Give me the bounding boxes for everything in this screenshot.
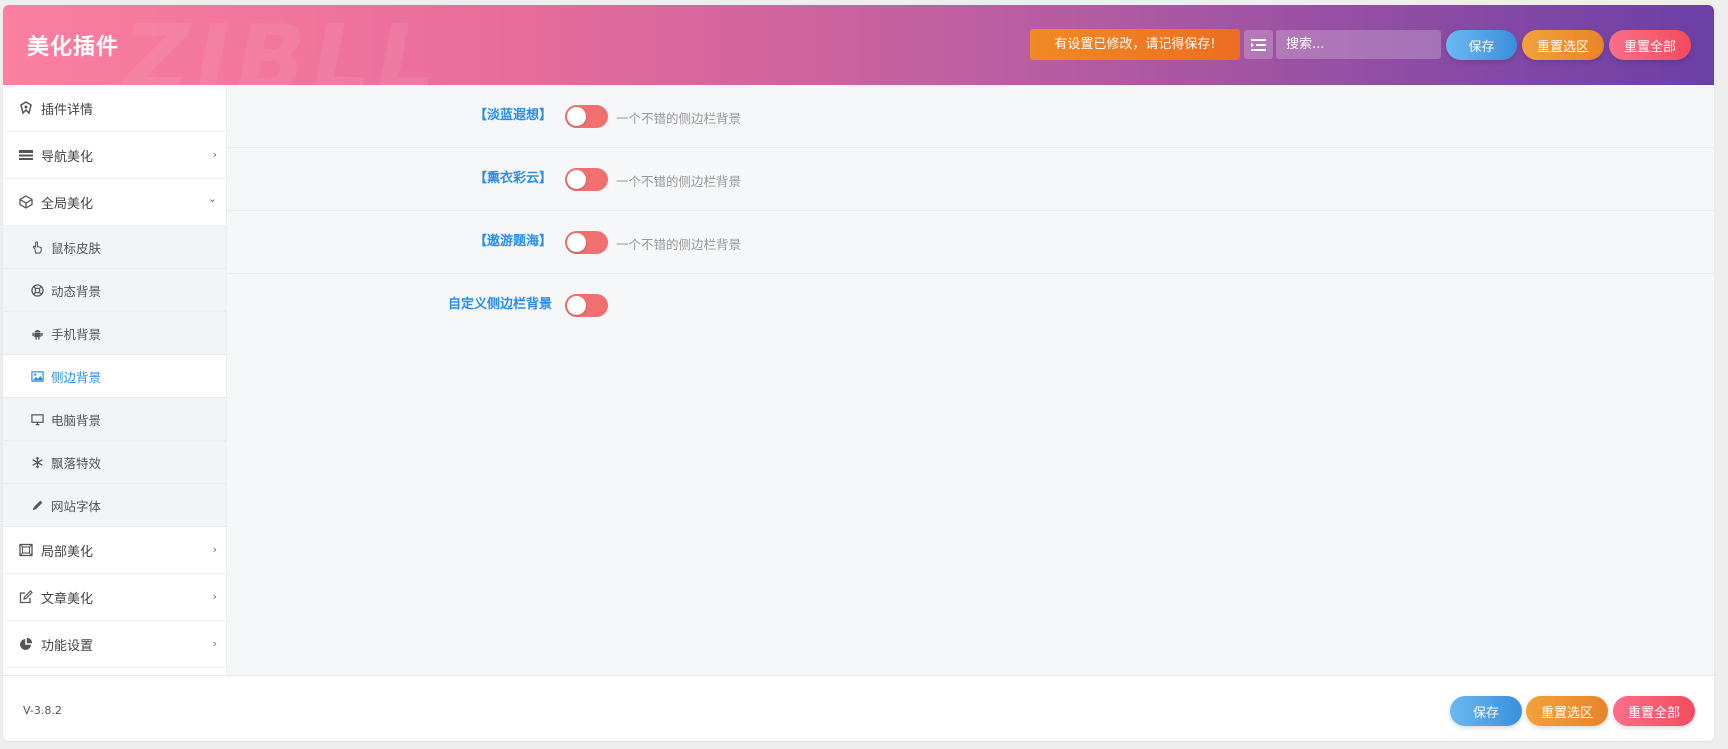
toggle-knob (567, 233, 586, 252)
cube-icon (18, 194, 34, 210)
search-input[interactable] (1276, 30, 1441, 59)
sidebar-subitem-falling-effect[interactable]: 飘落特效 (3, 441, 226, 484)
monitor-icon (29, 411, 45, 427)
sidebar-subitem-site-font[interactable]: 网站字体 (3, 484, 226, 527)
snowflake-icon (29, 454, 45, 470)
sidebar-subitem-label: 电脑背景 (51, 412, 102, 428)
sidebar-subitem-label: 手机背景 (51, 326, 102, 342)
sidebar-item-label: 功能设置 (41, 638, 94, 654)
sidebar-item-label: 导航美化 (41, 149, 94, 165)
unsaved-notice: 有设置已修改，请记得保存! (1030, 29, 1240, 60)
sidebar-item-nav-beautify[interactable]: 导航美化 › (3, 132, 226, 179)
submenu-global-beautify: 鼠标皮肤 动态背景 手机背景 侧边背景 电脑背景 飘落特效 网站字体 (3, 226, 226, 527)
toggle-knob (567, 107, 586, 126)
list-indent-icon (1251, 38, 1266, 51)
sidebar-item-label: 插件详情 (41, 102, 94, 118)
sidebar-subitem-label: 网站字体 (51, 498, 102, 514)
android-icon (29, 325, 45, 341)
sidebar-item-label: 全局美化 (41, 196, 94, 212)
chevron-right-icon: › (212, 148, 217, 161)
setting-row: 自定义侧边栏背景 (228, 274, 1714, 337)
pie-chart-icon (18, 636, 34, 652)
sidebar-subitem-dynamic-bg[interactable]: 动态背景 (3, 269, 226, 312)
menu-bars-icon (18, 147, 34, 163)
setting-description: 一个不错的侧边栏背景 (616, 237, 742, 252)
setting-description: 一个不错的侧边栏背景 (616, 174, 742, 189)
settings-content: 【淡蓝遐想】 一个不错的侧边栏背景 【熏衣彩云】 一个不错的侧边栏背景 【遨游题… (228, 85, 1714, 675)
sidebar-item-function-settings[interactable]: 功能设置 › (3, 621, 226, 668)
pointer-hand-icon (29, 239, 45, 255)
sidebar-nav: 插件详情 导航美化 › 全局美化 ⌄ 鼠标皮肤 动态背景 手机背景 侧边背景 电… (3, 85, 227, 675)
footer-save-button[interactable]: 保存 (1450, 696, 1522, 726)
save-button[interactable]: 保存 (1446, 30, 1517, 60)
setting-row: 【遨游题海】 一个不错的侧边栏背景 (228, 211, 1714, 274)
sidebar-item-label: 局部美化 (41, 544, 94, 560)
image-icon (29, 368, 45, 384)
toggle-switch[interactable] (565, 231, 608, 254)
page-title: 美化插件 (27, 35, 120, 60)
sidebar-subitem-label: 侧边背景 (51, 369, 102, 385)
toggle-switch[interactable] (565, 168, 608, 191)
setting-label: 自定义侧边栏背景 (447, 297, 552, 312)
footer-reset-section-button[interactable]: 重置选区 (1526, 696, 1608, 726)
toggle-knob (567, 296, 586, 315)
chevron-down-icon: ⌄ (207, 192, 217, 205)
footer-reset-all-button[interactable]: 重置全部 (1613, 696, 1695, 726)
pencil-icon (29, 497, 45, 513)
sidebar-subitem-label: 飘落特效 (51, 455, 102, 471)
setting-row: 【熏衣彩云】 一个不错的侧边栏背景 (228, 148, 1714, 211)
chevron-right-icon: › (212, 543, 217, 556)
sidebar-subitem-mobile-bg[interactable]: 手机背景 (3, 312, 226, 355)
setting-label: 【遨游题海】 (473, 234, 552, 249)
header-bar: ZIBLL 美化插件 有设置已修改，请记得保存! 保存 重置选区 重置全部 (3, 5, 1714, 112)
reset-section-button[interactable]: 重置选区 (1522, 30, 1604, 60)
sidebar-item-label: 文章美化 (41, 591, 94, 607)
sidebar-item-partial-beautify[interactable]: 局部美化 › (3, 527, 226, 574)
chevron-right-icon: › (212, 590, 217, 603)
edit-icon (18, 589, 34, 605)
sidebar-item-article-beautify[interactable]: 文章美化 › (3, 574, 226, 621)
setting-description: 一个不错的侧边栏背景 (616, 111, 742, 126)
sidebar-subitem-desktop-bg[interactable]: 电脑背景 (3, 398, 226, 441)
sidebar-item-global-beautify[interactable]: 全局美化 ⌄ (3, 179, 226, 226)
sidebar-subitem-label: 鼠标皮肤 (51, 240, 102, 256)
setting-row: 【淡蓝遐想】 一个不错的侧边栏背景 (228, 85, 1714, 148)
setting-label: 【熏衣彩云】 (473, 171, 552, 186)
footer-bar: V-3.8.2 保存 重置选区 重置全部 (3, 675, 1714, 741)
sidebar-subitem-mouse-skin[interactable]: 鼠标皮肤 (3, 226, 226, 269)
sidebar-subitem-label: 动态背景 (51, 283, 102, 299)
dashboard-icon (18, 100, 34, 116)
reset-all-button[interactable]: 重置全部 (1609, 30, 1691, 60)
chevron-right-icon: › (212, 637, 217, 650)
setting-label: 【淡蓝遐想】 (473, 108, 552, 123)
toggle-switch[interactable] (565, 105, 608, 128)
sidebar-item-plugin-details[interactable]: 插件详情 (3, 85, 226, 132)
toggle-switch[interactable] (565, 294, 608, 317)
life-ring-icon (29, 282, 45, 298)
layout-icon (18, 542, 34, 558)
toggle-knob (567, 170, 586, 189)
settings-panel: ZIBLL 美化插件 有设置已修改，请记得保存! 保存 重置选区 重置全部 插件… (3, 5, 1714, 741)
version-label: V-3.8.2 (23, 704, 62, 717)
expand-all-button[interactable] (1244, 30, 1273, 59)
sidebar-subitem-sidebar-bg[interactable]: 侧边背景 (3, 355, 226, 398)
